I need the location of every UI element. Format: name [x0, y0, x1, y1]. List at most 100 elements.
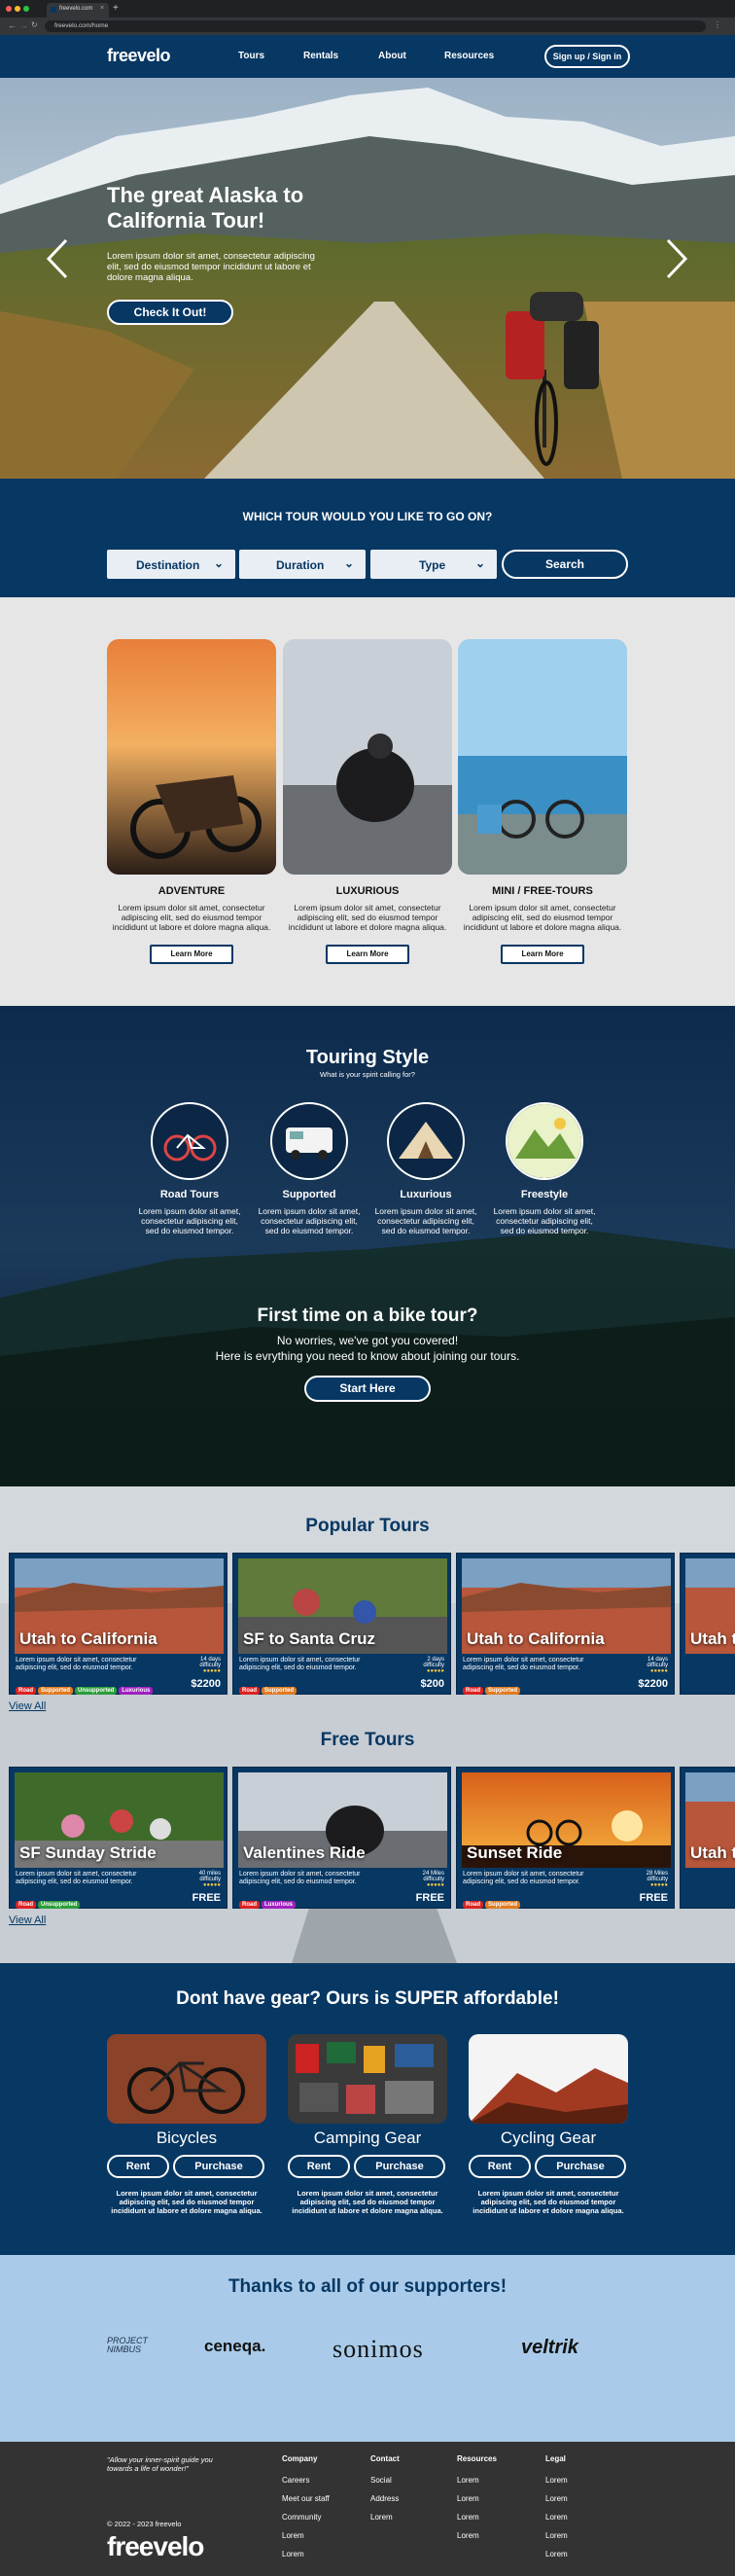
- destination-label: Destination: [136, 558, 200, 572]
- footer-link[interactable]: Lorem: [545, 2526, 568, 2545]
- signin-button[interactable]: Sign up / Sign in: [544, 45, 630, 68]
- tour-card-partial[interactable]: Utah t: [680, 1767, 735, 1909]
- learn-more-button[interactable]: Learn More: [150, 945, 233, 964]
- style-description: Lorem ipsum dolor sit amet, consectetur …: [138, 1206, 241, 1235]
- footer-link[interactable]: Lorem: [282, 2526, 330, 2545]
- free-view-all-link[interactable]: View All: [9, 1914, 46, 1926]
- difficulty-dots-icon: ●●●●●: [202, 1882, 221, 1888]
- footer-link[interactable]: Meet our staff: [282, 2489, 330, 2508]
- carousel-next-icon[interactable]: [664, 238, 689, 284]
- tour-card[interactable]: Utah to California Lorem ipsum dolor sit…: [456, 1553, 675, 1695]
- purchase-button[interactable]: Purchase: [535, 2155, 626, 2178]
- tab-close-icon[interactable]: ×: [100, 5, 104, 12]
- footer-link[interactable]: Social: [370, 2471, 399, 2489]
- popular-view-all-link[interactable]: View All: [9, 1700, 46, 1712]
- maximize-window-icon[interactable]: [23, 6, 29, 12]
- footer-link[interactable]: Address: [370, 2489, 399, 2508]
- tour-description: Lorem ipsum dolor sit amet, consectetur …: [463, 1657, 584, 1671]
- footer-link[interactable]: Lorem: [545, 2489, 568, 2508]
- nav-link-tours[interactable]: Tours: [238, 51, 264, 61]
- touring-subtitle: What is your spirit calling for?: [320, 1070, 415, 1079]
- tag-road: Road: [16, 1901, 36, 1909]
- search-button[interactable]: Search: [502, 550, 628, 579]
- cycling-gear-image[interactable]: [469, 2034, 628, 2124]
- close-window-icon[interactable]: [6, 6, 12, 12]
- supported-van-icon[interactable]: [270, 1102, 348, 1180]
- logo-sonimos: sonimos: [332, 2335, 424, 2363]
- purchase-button[interactable]: Purchase: [354, 2155, 445, 2178]
- type-dropdown[interactable]: Type ⌄: [370, 550, 497, 579]
- footer-link[interactable]: Lorem: [545, 2508, 568, 2526]
- new-tab-icon[interactable]: +: [113, 3, 119, 14]
- minimize-window-icon[interactable]: [15, 6, 20, 12]
- footer-link[interactable]: Lorem: [457, 2508, 479, 2526]
- tour-title: Utah to California: [467, 1629, 605, 1648]
- rent-button[interactable]: Rent: [469, 2155, 531, 2178]
- duration-dropdown[interactable]: Duration ⌄: [239, 550, 366, 579]
- bicycles-image[interactable]: [107, 2034, 266, 2124]
- footer-link[interactable]: Lorem: [457, 2471, 479, 2489]
- category-image-luxurious[interactable]: [283, 639, 452, 875]
- footer-link[interactable]: Lorem: [457, 2489, 479, 2508]
- tag-road: Road: [239, 1901, 260, 1909]
- footer-link[interactable]: Lorem: [457, 2526, 479, 2545]
- start-here-button[interactable]: Start Here: [304, 1376, 431, 1402]
- footer-link[interactable]: Careers: [282, 2471, 330, 2489]
- tour-card[interactable]: Sunset Ride Lorem ipsum dolor sit amet, …: [456, 1767, 675, 1909]
- tour-card[interactable]: SF Sunday Stride Lorem ipsum dolor sit a…: [9, 1767, 228, 1909]
- tour-meta: 28 Miles difficulty ●●●●●: [647, 1871, 668, 1888]
- carousel-prev-icon[interactable]: [45, 238, 70, 284]
- style-title: Road Tours: [159, 1189, 220, 1200]
- tour-card-partial[interactable]: Utah t: [680, 1553, 735, 1695]
- tag-luxurious: Luxurious: [262, 1901, 297, 1909]
- footer-link[interactable]: Lorem: [545, 2471, 568, 2489]
- tour-card[interactable]: Utah to California Lorem ipsum dolor sit…: [9, 1553, 228, 1695]
- tour-card[interactable]: SF to Santa Cruz Lorem ipsum dolor sit a…: [232, 1553, 451, 1695]
- rent-button[interactable]: Rent: [107, 2155, 169, 2178]
- gear-description: Lorem ipsum dolor sit amet, consectetur …: [472, 2189, 624, 2215]
- luxurious-tent-icon[interactable]: [387, 1102, 465, 1180]
- url-field[interactable]: freevelo.com/home: [45, 20, 706, 32]
- footer-link[interactable]: Lorem: [370, 2508, 399, 2526]
- tour-description: Lorem ipsum dolor sit amet, consectetur …: [463, 1871, 584, 1885]
- destination-dropdown[interactable]: Destination ⌄: [107, 550, 235, 579]
- footer-link[interactable]: Lorem: [282, 2545, 330, 2563]
- hero-cta-button[interactable]: Check It Out!: [107, 300, 233, 325]
- tag-road: Road: [463, 1687, 483, 1695]
- supporters-heading: Thanks to all of our supporters!: [228, 2276, 508, 2297]
- tour-card[interactable]: Valentines Ride Lorem ipsum dolor sit am…: [232, 1767, 451, 1909]
- difficulty-dots-icon: ●●●●●: [426, 1668, 444, 1674]
- tour-title: Sunset Ride: [467, 1843, 563, 1862]
- freestyle-mountain-icon[interactable]: [506, 1102, 583, 1180]
- tour-description: Lorem ipsum dolor sit amet, consectetur …: [239, 1657, 361, 1671]
- nav-link-about[interactable]: About: [378, 51, 406, 61]
- forward-icon[interactable]: →: [19, 20, 28, 30]
- tag-road: Road: [16, 1687, 36, 1695]
- road-tours-icon[interactable]: [151, 1102, 228, 1180]
- browser-tab[interactable]: freevelo.com ×: [47, 3, 109, 18]
- footer-link[interactable]: Community: [282, 2508, 330, 2526]
- reload-icon[interactable]: ↻: [31, 20, 38, 29]
- logo[interactable]: freevelo: [107, 46, 171, 66]
- first-time-title: First time on a bike tour?: [257, 1306, 478, 1326]
- back-icon[interactable]: ←: [8, 20, 17, 30]
- rent-button[interactable]: Rent: [288, 2155, 350, 2178]
- footer-column-resources: Lorem Lorem Lorem Lorem: [457, 2471, 479, 2545]
- purchase-button[interactable]: Purchase: [173, 2155, 264, 2178]
- footer-tagline: "Allow your inner-spirit guide you towar…: [107, 2455, 213, 2473]
- nav-link-rentals[interactable]: Rentals: [303, 51, 338, 61]
- learn-more-button[interactable]: Learn More: [501, 945, 584, 964]
- nav-link-resources[interactable]: Resources: [444, 51, 494, 61]
- category-image-adventure[interactable]: [107, 639, 276, 875]
- tag-supported: Supported: [262, 1687, 297, 1695]
- category-title: LUXURIOUS: [335, 885, 400, 897]
- style-description: Lorem ipsum dolor sit amet, consectetur …: [258, 1206, 361, 1235]
- tour-price: FREE: [192, 1892, 221, 1904]
- footer-link[interactable]: Lorem: [545, 2545, 568, 2563]
- learn-more-button[interactable]: Learn More: [326, 945, 409, 964]
- hero-title: The great Alaska to California Tour!: [107, 183, 304, 233]
- footer-logo[interactable]: freevelo: [107, 2531, 204, 2562]
- browser-menu-icon[interactable]: ⋮: [714, 20, 721, 29]
- category-image-mini-free-tours[interactable]: [458, 639, 627, 875]
- camping-gear-image[interactable]: [288, 2034, 447, 2124]
